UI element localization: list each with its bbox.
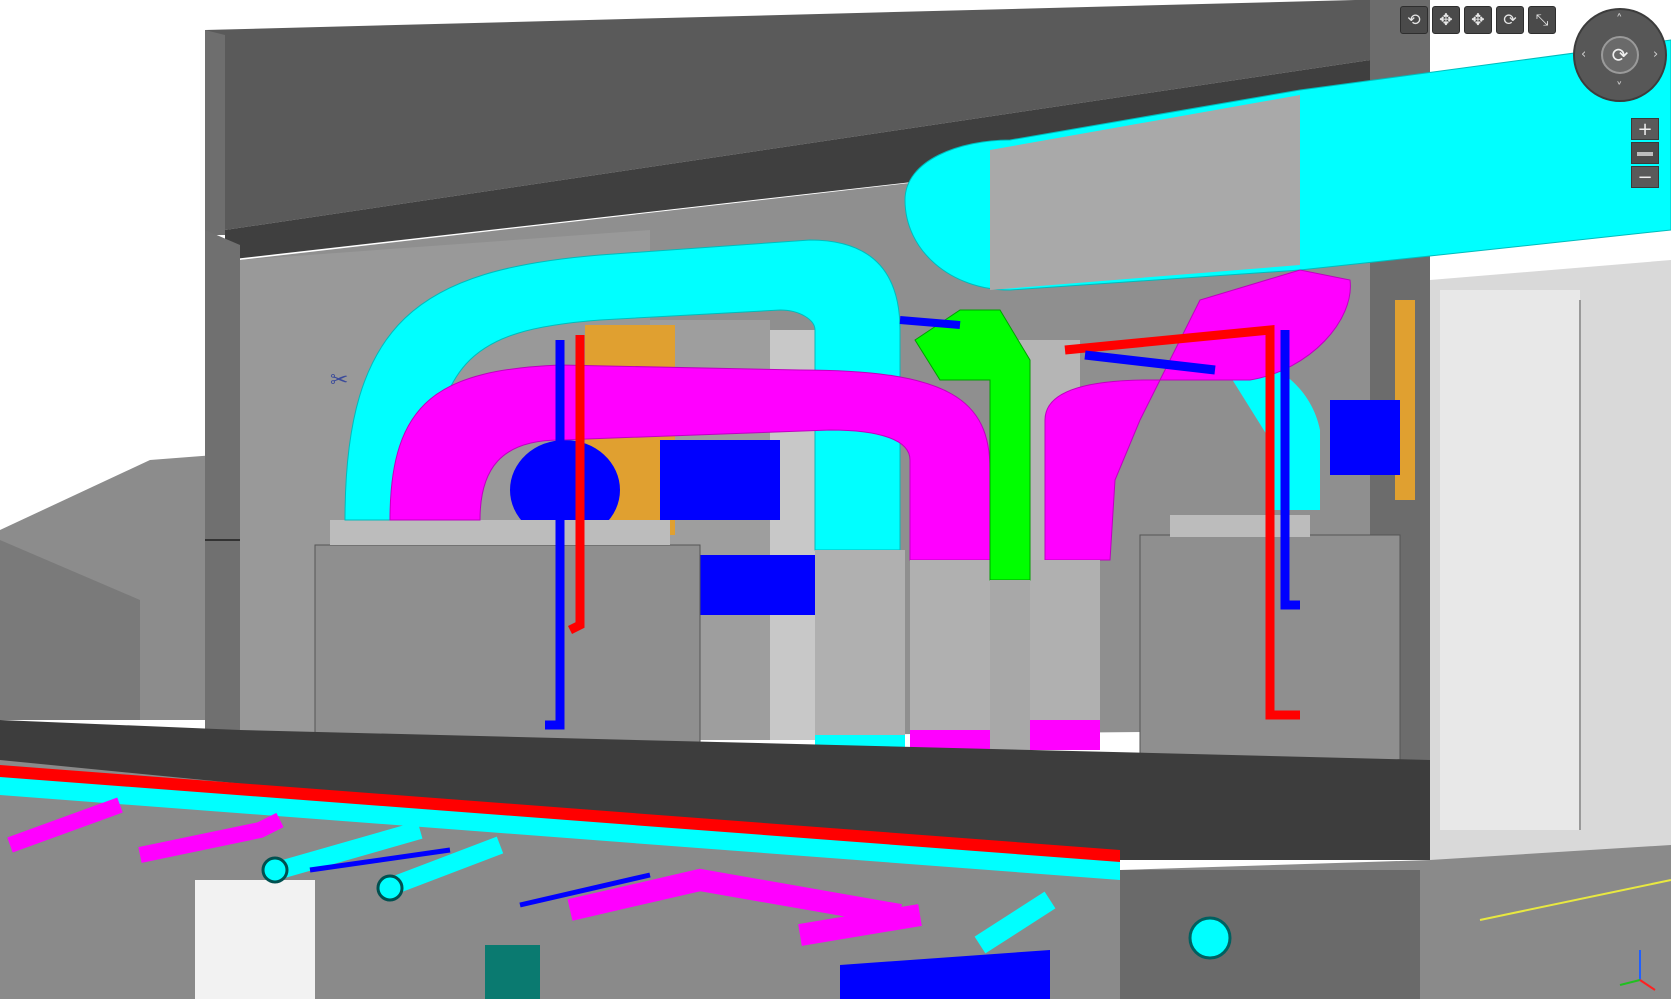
navigation-wheel[interactable]: ˄ ˅ ‹ › ⟳ [1573,8,1667,102]
left-column [205,230,240,760]
orbit-icon[interactable]: ⟲ [1400,6,1428,34]
look-around-icon[interactable]: ⟳ [1496,6,1524,34]
nav-left-arrow-icon[interactable]: ‹ [1581,48,1586,61]
nav-up-arrow-icon[interactable]: ˄ [1616,14,1623,27]
air-handling-unit-left [314,544,701,746]
move-icon[interactable]: ✥ [1464,6,1492,34]
pan-icon[interactable]: ✥ [1432,6,1460,34]
nav-down-arrow-icon[interactable]: ˅ [1616,82,1623,95]
zoom-in-button[interactable]: + [1631,118,1659,140]
blue-duct [660,440,780,520]
3d-viewport[interactable]: ⟲ ✥ ✥ ⟳ ⤡ ˄ ˅ ‹ › ⟳ + − ✂ [0,0,1671,999]
view-toolbar: ⟲ ✥ ✥ ⟳ ⤡ [1400,6,1556,40]
zoom-control: + − [1630,118,1660,188]
fit-view-icon[interactable]: ⤡ [1528,6,1556,34]
model-scene[interactable] [0,0,1671,999]
zoom-out-button[interactable]: − [1631,166,1659,188]
nav-right-arrow-icon[interactable]: › [1653,48,1658,61]
orbit-center-icon[interactable]: ⟳ [1601,36,1639,74]
zoom-slider[interactable] [1631,142,1659,164]
scissors-cursor-icon: ✂ [330,368,349,393]
